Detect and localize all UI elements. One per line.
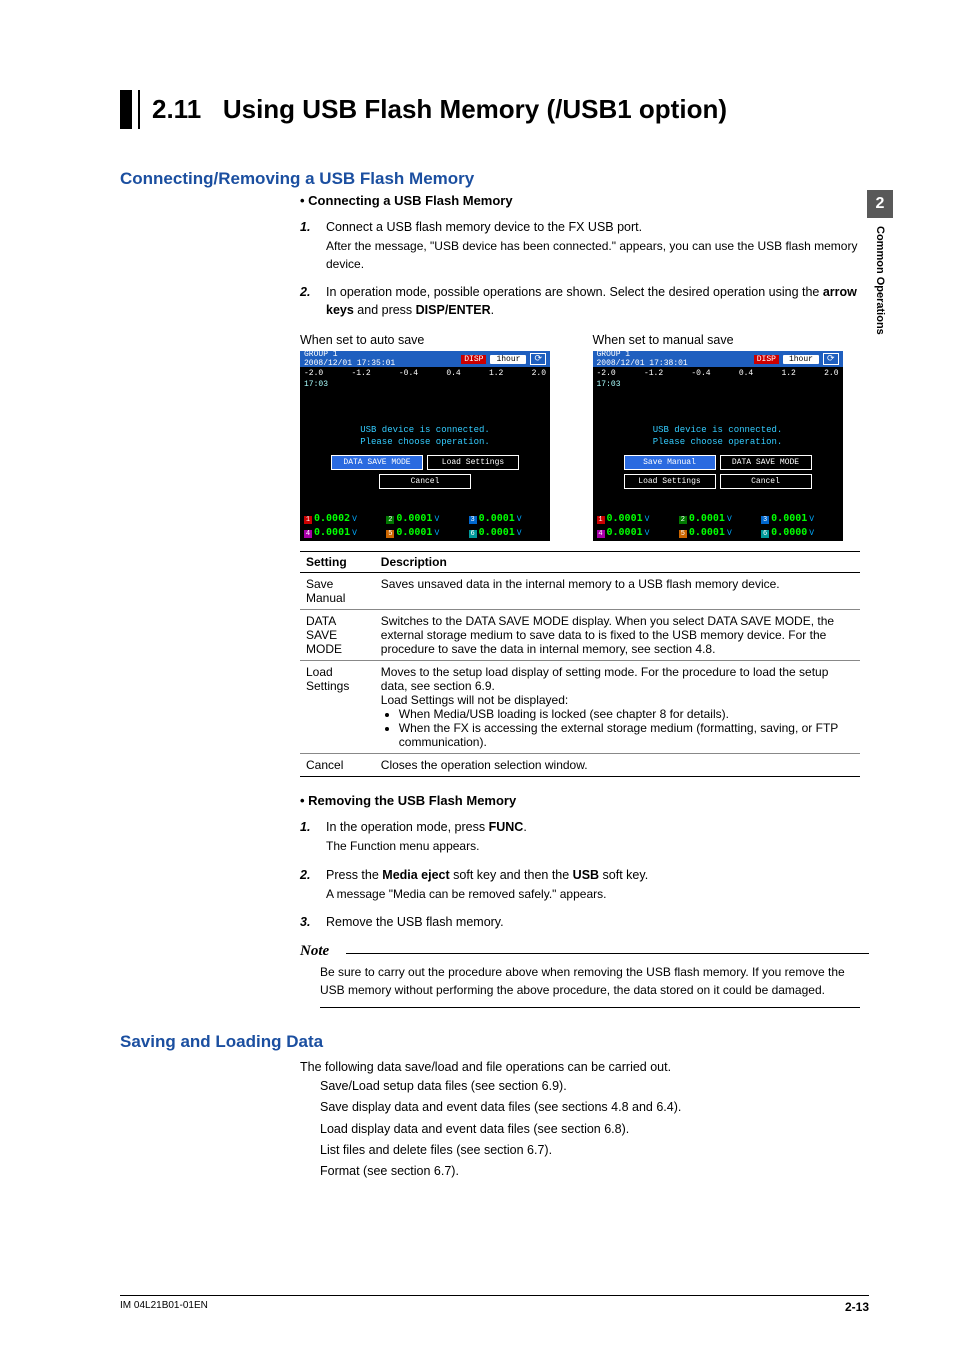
remove-step-1: 1. In the operation mode, press FUNC. Th…	[300, 818, 869, 856]
operations-list: Save/Load setup data files (see section …	[320, 1076, 869, 1182]
btn-data-save-mode[interactable]: DATA SAVE MODE	[331, 455, 423, 470]
subheading-removing: • Removing the USB Flash Memory	[300, 793, 869, 808]
connect-step-1: 1. Connect a USB flash memory device to …	[300, 218, 869, 273]
saving-loading-intro: The following data save/load and file op…	[300, 1058, 869, 1076]
section-title-bar: 2.11 Using USB Flash Memory (/USB1 optio…	[120, 90, 869, 129]
connect-step-2: 2. In operation mode, possible operation…	[300, 283, 869, 319]
screenshot-auto-save: GROUP 12008/12/01 17:35:01 DISP 1hour ⟳ …	[300, 351, 550, 541]
settings-table: SettingDescription Save ManualSaves unsa…	[300, 551, 860, 777]
page-footer: IM 04L21B01-01EN 2-13	[120, 1295, 869, 1314]
remove-step-2: 2. Press the Media eject soft key and th…	[300, 866, 869, 904]
btn-load-settings[interactable]: Load Settings	[427, 455, 519, 470]
section-number: 2.11	[152, 94, 201, 124]
table-row: Save ManualSaves unsaved data in the int…	[300, 573, 860, 610]
screenshot-right-label: When set to manual save	[593, 333, 870, 347]
screenshot-manual-save: GROUP 12008/12/01 17:38:01 DISP 1hour ⟳ …	[593, 351, 843, 541]
heading-connecting-removing: Connecting/Removing a USB Flash Memory	[120, 169, 869, 189]
btn-cancel[interactable]: Cancel	[379, 474, 471, 489]
btn-cancel[interactable]: Cancel	[720, 474, 812, 489]
table-row: CancelCloses the operation selection win…	[300, 754, 860, 777]
subheading-connecting: • Connecting a USB Flash Memory	[300, 193, 869, 208]
note-heading: Note	[300, 943, 869, 960]
btn-save-manual[interactable]: Save Manual	[624, 455, 716, 470]
doc-id: IM 04L21B01-01EN	[120, 1300, 208, 1314]
table-row: DATA SAVE MODESwitches to the DATA SAVE …	[300, 610, 860, 661]
note-body: Be sure to carry out the procedure above…	[320, 964, 860, 1008]
disp-icon: DISP	[461, 355, 486, 364]
screenshot-left-label: When set to auto save	[300, 333, 577, 347]
heading-saving-loading: Saving and Loading Data	[120, 1032, 869, 1052]
page-number: 2-13	[845, 1300, 869, 1314]
refresh-icon: ⟳	[530, 353, 546, 365]
disp-icon: DISP	[754, 355, 779, 364]
section-title: Using USB Flash Memory (/USB1 option)	[223, 94, 727, 124]
remove-step-3: 3. Remove the USB flash memory.	[300, 913, 869, 931]
btn-load-settings[interactable]: Load Settings	[624, 474, 716, 489]
refresh-icon: ⟳	[823, 353, 839, 365]
table-row: Load Settings Moves to the setup load di…	[300, 661, 860, 754]
btn-data-save-mode[interactable]: DATA SAVE MODE	[720, 455, 812, 470]
